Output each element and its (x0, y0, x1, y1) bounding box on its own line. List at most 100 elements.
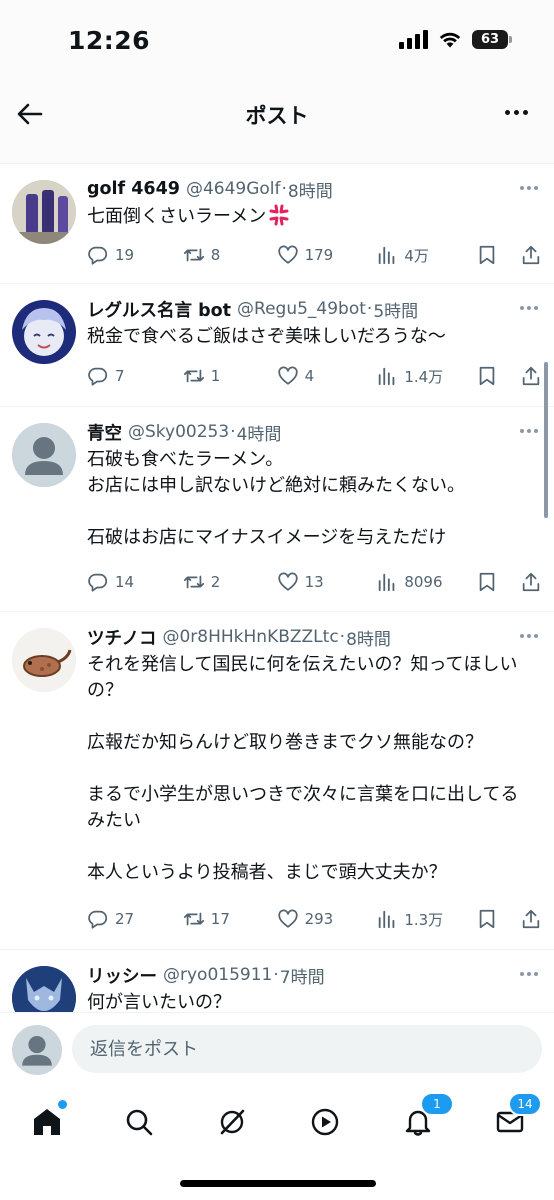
tweet[interactable]: 青空 @Sky00253 · 4時間 石破も食べたラーメン。 お店には申し訳ない… (0, 407, 554, 612)
bookmark-button[interactable] (476, 908, 520, 930)
tweet[interactable]: golf 4649 @4649Golf · 8時間 七面倒くさいラーメン 19 … (0, 164, 554, 284)
messages-badge: 14 (508, 1092, 542, 1116)
share-icon (522, 245, 540, 265)
heart-icon (277, 245, 298, 264)
like-count: 4 (304, 367, 315, 385)
play-circle-icon (311, 1108, 339, 1136)
tweet-more-button[interactable] (520, 429, 538, 433)
tweet-actions: 7 1 4 1.4万 (87, 361, 542, 391)
timestamp[interactable]: 4時間 (237, 420, 282, 445)
anger-icon (269, 204, 289, 226)
reply-count: 19 (115, 246, 135, 264)
tab-home[interactable] (27, 1100, 67, 1142)
tweet-text: それを発信して国民に何を伝えたいの？知ってほしいの？ 広報だか知らんけど取り巻き… (87, 654, 519, 883)
view-count: 1.3万 (404, 910, 444, 929)
tab-messages[interactable]: 14 (490, 1092, 542, 1142)
share-icon (522, 909, 540, 929)
display-name[interactable]: レグルス名言 bot (87, 297, 231, 322)
tab-notifications[interactable]: 1 (398, 1092, 454, 1142)
own-avatar[interactable] (12, 1025, 62, 1075)
like-button[interactable]: 293 (277, 908, 377, 930)
share-button[interactable] (520, 908, 542, 930)
bookmark-button[interactable] (476, 571, 520, 593)
repost-button[interactable]: 17 (183, 908, 277, 930)
repost-button[interactable]: 2 (183, 571, 277, 593)
repost-count: 2 (210, 573, 221, 591)
like-button[interactable]: 4 (277, 365, 377, 387)
bookmark-button[interactable] (476, 365, 520, 387)
repost-icon (183, 369, 204, 383)
user-handle[interactable]: @Regu5_49bot (237, 299, 366, 319)
bookmark-icon (479, 572, 495, 592)
share-button[interactable] (520, 244, 542, 266)
tweet-more-button[interactable] (520, 186, 538, 190)
repost-icon (183, 248, 204, 262)
like-count: 179 (304, 246, 334, 264)
more-dot (527, 634, 531, 638)
separator-dot: · (281, 179, 287, 199)
tab-video[interactable] (305, 1102, 345, 1142)
reply-button[interactable]: 19 (87, 244, 183, 266)
reply-button[interactable]: 14 (87, 571, 183, 593)
repost-button[interactable]: 8 (183, 244, 277, 266)
reply-input[interactable] (72, 1025, 542, 1073)
share-button[interactable] (520, 571, 542, 593)
display-name[interactable]: 青空 (87, 420, 122, 445)
views-button[interactable]: 4万 (376, 244, 476, 266)
reply-icon (88, 246, 108, 265)
avatar[interactable] (12, 180, 76, 244)
display-name[interactable]: golf 4649 (87, 179, 180, 199)
timestamp[interactable]: 5時間 (373, 297, 418, 322)
heart-icon (277, 909, 298, 928)
tweet-actions: 27 17 293 1.3万 (87, 904, 542, 934)
separator-dot: · (339, 627, 346, 647)
repost-button[interactable]: 1 (183, 365, 277, 387)
like-button[interactable]: 13 (277, 571, 377, 593)
more-dot (527, 429, 531, 433)
more-dot (505, 110, 510, 115)
user-handle[interactable]: @Sky00253 (128, 422, 229, 442)
reply-icon (88, 910, 108, 929)
avatar[interactable] (12, 423, 76, 487)
tweet-more-button[interactable] (520, 972, 538, 976)
heart-icon (277, 572, 298, 591)
user-handle[interactable]: @ryo015911 (163, 965, 272, 985)
views-chart-icon (379, 246, 395, 265)
like-button[interactable]: 179 (277, 244, 377, 266)
bookmark-icon (479, 245, 495, 265)
tweet-header: golf 4649 @4649Golf · 8時間 (87, 174, 534, 204)
avatar[interactable] (12, 300, 76, 364)
reply-count: 14 (115, 573, 135, 591)
scrollbar[interactable] (544, 362, 548, 518)
reply-count: 27 (115, 910, 135, 928)
tweet-more-button[interactable] (520, 634, 538, 638)
tweet-body: リッシー @ryo015911 · 7時間 何が言いたいの？ (87, 960, 534, 1016)
timestamp[interactable]: 8時間 (288, 177, 333, 202)
reply-button[interactable]: 27 (87, 908, 183, 930)
timestamp[interactable]: 8時間 (346, 625, 391, 650)
reply-button[interactable]: 7 (87, 365, 183, 387)
home-indicator[interactable] (180, 1180, 376, 1187)
tweet[interactable]: ツチノコ @0r8HHkHnKBZZLtc · 8時間 それを発信して国民に何を… (0, 612, 554, 950)
tab-grok[interactable] (212, 1102, 252, 1142)
tweet[interactable]: レグルス名言 bot @Regu5_49bot · 5時間 税金で食べるご飯はさ… (0, 284, 554, 407)
top-bar: ポスト (0, 80, 554, 164)
display-name[interactable]: ツチノコ (87, 625, 156, 650)
display-name[interactable]: リッシー (87, 963, 157, 988)
user-handle[interactable]: @4649Golf (186, 179, 281, 199)
avatar[interactable] (12, 628, 76, 692)
share-button[interactable] (520, 365, 542, 387)
status-bar: 12:26 63 (0, 0, 554, 80)
views-button[interactable]: 8096 (376, 571, 476, 593)
heart-icon (277, 366, 298, 385)
more-options-button[interactable] (505, 110, 528, 115)
views-button[interactable]: 1.4万 (376, 365, 476, 387)
timestamp[interactable]: 7時間 (280, 963, 325, 988)
bookmark-button[interactable] (476, 244, 520, 266)
reply-feed[interactable]: golf 4649 @4649Golf · 8時間 七面倒くさいラーメン 19 … (0, 164, 554, 1024)
views-button[interactable]: 1.3万 (376, 908, 476, 930)
tweet-body: 青空 @Sky00253 · 4時間 石破も食べたラーメン。 お店には申し訳ない… (87, 417, 534, 551)
tweet-more-button[interactable] (520, 306, 538, 310)
tab-search[interactable] (119, 1102, 159, 1142)
user-handle[interactable]: @0r8HHkHnKBZZLtc (162, 627, 338, 647)
